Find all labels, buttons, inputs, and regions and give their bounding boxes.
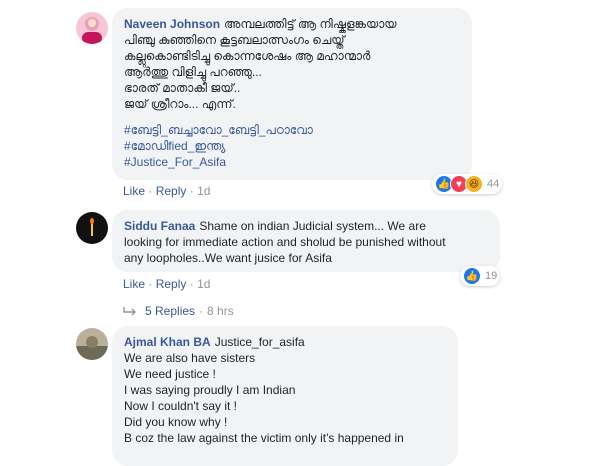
- reply-arrow-icon: [123, 307, 136, 316]
- timestamp[interactable]: 1d: [197, 184, 210, 198]
- avatar-image-icon: [76, 328, 108, 360]
- reply-link[interactable]: Reply: [156, 277, 187, 291]
- comment-line: ജയ് ശ്രീറാം... എന്ന്.: [124, 97, 236, 111]
- comment-line: ആർത്തു വിളിച്ചു പറഞ്ഞു...: [124, 65, 262, 79]
- like-link[interactable]: Like: [123, 184, 145, 198]
- comment-line: B coz the law against the victim only it…: [124, 431, 404, 445]
- haha-icon: 😆: [465, 175, 483, 193]
- comment-line: അമ്പലത്തിട്ട് ആ നിഷ്കളങ്കയായ: [224, 17, 397, 31]
- avatar[interactable]: [76, 328, 108, 360]
- comment-line: Justice_for_asifa: [214, 335, 305, 349]
- reaction-summary[interactable]: 👍 ♥ 😆 44: [432, 174, 503, 194]
- author-name[interactable]: Siddu Fanaa: [124, 219, 195, 233]
- comment-line: ഭാരത് മാതാകീ ജയ്..: [124, 81, 241, 95]
- like-link[interactable]: Like: [123, 277, 145, 291]
- comment-line: any loopholes..We want jusice for Asifa: [124, 251, 332, 265]
- replies-count[interactable]: 5 Replies: [145, 304, 195, 318]
- comment-actions: Like · Reply · 1d: [123, 184, 210, 198]
- comment-line: We are also have sisters: [124, 351, 256, 365]
- comment-line: We need justice !: [124, 367, 216, 381]
- avatar[interactable]: [76, 12, 108, 44]
- comment-actions: Like · Reply · 1d: [123, 277, 210, 291]
- separator: ·: [148, 184, 153, 198]
- avatar-image-icon: [76, 212, 108, 244]
- separator: ·: [148, 277, 153, 291]
- author-name[interactable]: Ajmal Khan BA: [124, 335, 211, 349]
- reaction-summary[interactable]: 👍 19: [460, 266, 501, 286]
- comment-bubble: Siddu Fanaa Shame on indian Judicial syst…: [112, 210, 500, 272]
- hashtag-link[interactable]: #Justice_For_Asifa: [124, 154, 460, 170]
- timestamp[interactable]: 1d: [197, 277, 210, 291]
- reaction-count: 44: [487, 178, 500, 190]
- comment-line: looking for immediate action and sholud …: [124, 235, 446, 249]
- hashtag-link[interactable]: #ബേട്ടി_ബച്ചാവോ_ബേട്ടി_പഠാവോ: [124, 122, 460, 138]
- comment-line: I was saying proudly I am Indian: [124, 383, 296, 397]
- avatar-image-icon: [76, 12, 108, 44]
- comment-line: Shame on indian Judicial system... We ar…: [199, 219, 426, 233]
- avatar[interactable]: [76, 212, 108, 244]
- comment-line: Now I couldn't say it !: [124, 399, 238, 413]
- author-name[interactable]: Naveen Johnson: [124, 17, 220, 31]
- reaction-count: 19: [485, 270, 498, 282]
- separator: ·: [189, 184, 194, 198]
- separator: ·: [189, 277, 194, 291]
- hashtag-link[interactable]: #മോഡിfied_ഇന്ത്യ: [124, 138, 460, 154]
- comment-bubble: Naveen Johnson അമ്പലത്തിട്ട് ആ നിഷ്കളങ്കയ…: [112, 8, 472, 180]
- comment-line: Did you know why !: [124, 415, 228, 429]
- separator: ·: [199, 304, 204, 318]
- hashtag-list: #ബേട്ടി_ബച്ചാവോ_ബേട്ടി_പഠാവോ #മോഡിfied_ഇ…: [124, 122, 460, 170]
- reply-link[interactable]: Reply: [156, 184, 187, 198]
- comment-bubble: Ajmal Khan BA Justice_for_asifa We are al…: [112, 326, 458, 466]
- top-edge: [0, 0, 600, 4]
- comment-line: പിഞ്ചു കുഞ്ഞിനെ കൂട്ടബലാത്സംഗം ചെയ്ത്: [124, 33, 345, 47]
- like-icon: 👍: [463, 267, 481, 285]
- comment-line: കല്ലുകൊണ്ടിടിച്ചു കൊന്നശേഷം ആ മഹാന്മാർ: [124, 49, 371, 63]
- replies-time: 8 hrs: [207, 304, 234, 318]
- view-replies[interactable]: 5 Replies · 8 hrs: [123, 304, 234, 318]
